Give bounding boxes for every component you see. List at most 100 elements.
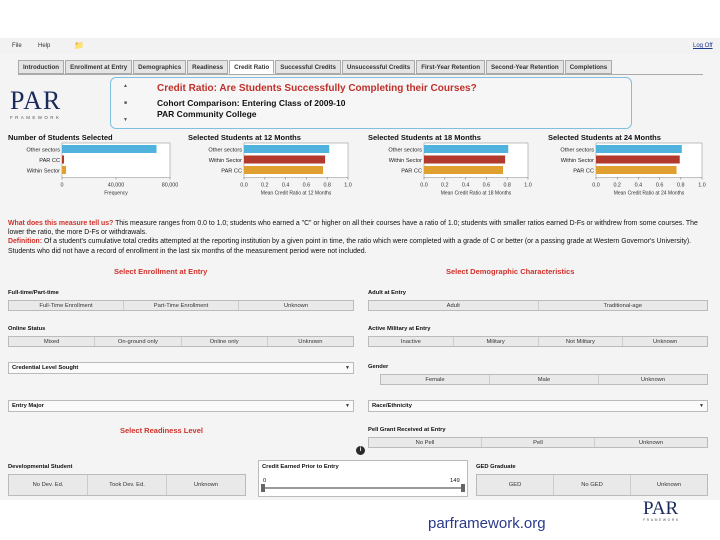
scroll-down-icon[interactable]: ▼ [121,116,130,125]
adult-label: Adult at Entry [368,290,407,296]
bar [244,166,324,174]
filter-option-button[interactable]: Inactive [369,337,454,346]
filter-option-button[interactable]: Pell [482,438,595,447]
filter-option-button[interactable]: On-ground only [95,337,182,346]
bar [62,155,65,164]
tick-label: 0.4 [282,183,290,189]
adult-buttons: Adult Traditional-age [368,300,708,311]
filter-option-button[interactable]: Online only [182,337,268,346]
tab-bar: Introduction Enrollment at Entry Demograph… [18,60,613,74]
filter-option-button[interactable]: Unknown [599,375,707,384]
folder-icon[interactable]: 📁 [74,41,84,50]
scroll-up-icon[interactable]: ▲ [121,82,130,91]
logoff-link[interactable]: Log Off [693,43,713,49]
tick-label: 1.0 [344,183,352,189]
tick-label: 0.6 [303,183,311,189]
filter-option-button[interactable]: Unknown [631,475,707,495]
tab-unsuccessful-credits[interactable]: Unsuccessful Credits [341,60,416,74]
filter-option-button[interactable]: Unknown [239,301,353,310]
tick-label: 0.6 [483,183,491,189]
race-dropdown[interactable]: Race/Ethnicity ▼ [368,400,708,412]
cohort-label: Cohort Comparison: Entering Class of 200… [157,98,346,108]
bar [596,155,680,164]
tab-successful-credits[interactable]: Successful Credits [275,60,341,74]
category-label: PAR CC [221,169,242,175]
demographic-section-title: Select Demographic Characteristics [446,267,575,276]
logo-subtext: FRAMEWORK [10,115,62,120]
menu-bar: File Help 📁 Log Off [0,38,720,54]
pell-buttons: No Pell Pell Unknown [368,437,708,448]
bar [424,145,509,153]
tick-label: 0.0 [420,183,428,189]
filter-option-button[interactable]: Not Military [539,337,624,346]
tab-demographics[interactable]: Demographics [133,60,187,74]
enrollment-section-title: Select Enrollment at Entry [114,267,208,276]
filter-option-button[interactable]: Female [381,375,490,384]
bar [424,166,504,174]
gender-buttons: Female Male Unknown [380,374,708,385]
category-label: Other sectors [560,148,594,154]
tick-label: 1.0 [698,183,706,189]
definition-text: Of a student's cumulative total credits … [8,238,692,255]
chevron-down-icon: ▼ [345,365,350,371]
gender-label: Gender [368,364,389,370]
bar [424,155,506,164]
bar [62,166,67,174]
tab-first-year-retention[interactable]: First-Year Retention [416,60,485,74]
tab-introduction[interactable]: Introduction [18,60,65,74]
bar [62,145,157,153]
tab-readiness[interactable]: Readiness [187,60,229,74]
filter-option-button[interactable]: Unknown [268,337,353,346]
pell-label: Pell Grant Received at Entry [368,427,446,433]
devstudent-buttons: No Dev. Ed. Took Dev. Ed. Unknown [8,474,246,496]
chart-4: Selected Students at 24 Months Other sect… [548,133,706,197]
bar [596,145,682,153]
filter-option-button[interactable]: GED [477,475,554,495]
credit-earned-label: Credit Earned Prior to Entry [262,464,339,470]
menu-file[interactable]: File [12,43,22,49]
tab-second-year-retention[interactable]: Second-Year Retention [485,60,564,74]
institution-label: PAR Community College [157,109,257,119]
slider-track[interactable] [263,487,463,489]
filter-option-button[interactable]: Unknown [595,438,707,447]
filter-option-button[interactable]: No Pell [369,438,482,447]
filter-option-button[interactable]: Traditional-age [539,301,708,310]
fulltime-label: Full-time/Part-time [8,290,59,296]
ged-label: GED Graduate [476,464,516,470]
major-dropdown[interactable]: Entry Major ▼ [8,400,354,412]
definition-label: Definition: [8,238,43,246]
filter-option-button[interactable]: Part-Time Enrollment [124,301,239,310]
chart-title: Selected Students at 12 Months [188,133,301,142]
slider-min-handle[interactable] [261,484,265,492]
filter-option-button[interactable]: No GED [554,475,631,495]
fulltime-buttons: Full-Time Enrollment Part-Time Enrollment… [8,300,354,311]
filter-option-button[interactable]: No Dev. Ed. [9,475,88,495]
slider-max-handle[interactable] [461,484,465,492]
filter-option-button[interactable]: Unknown [623,337,707,346]
tab-completions[interactable]: Completions [564,60,613,74]
filter-option-button[interactable]: Adult [369,301,539,310]
filter-option-button[interactable]: Unknown [167,475,245,495]
chart-title: Number of Students Selected [8,133,113,142]
filter-option-button[interactable]: Male [490,375,599,384]
tick-label: 0.2 [441,183,449,189]
info-icon[interactable]: i [356,446,365,455]
tab-enrollment-at-entry[interactable]: Enrollment at Entry [65,60,133,74]
filter-option-button[interactable]: Military [454,337,539,346]
menu-help[interactable]: Help [38,43,50,49]
filter-option-button[interactable]: Took Dev. Ed. [88,475,167,495]
chart-1: Number of Students Selected Other sectors… [8,133,178,197]
filter-option-button[interactable]: Mixed [9,337,96,346]
bar [596,166,677,174]
chart-title: Selected Students at 18 Months [368,133,481,142]
military-buttons: Inactive Military Not Military Unknown [368,336,708,347]
tab-credit-ratio[interactable]: Credit Ratio [229,60,275,74]
footer-url[interactable]: parframework.org [428,515,546,532]
credential-dropdown[interactable]: Credential Level Sought ▼ [8,362,354,374]
tick-label: 0 [61,183,64,189]
bar [244,155,326,164]
footer-logo-text: PAR [643,498,679,519]
filter-option-button[interactable]: Full-Time Enrollment [9,301,124,310]
chart-3: Selected Students at 18 Months Other sect… [368,133,532,197]
scroll-thumb-icon[interactable]: ■ [121,99,130,108]
